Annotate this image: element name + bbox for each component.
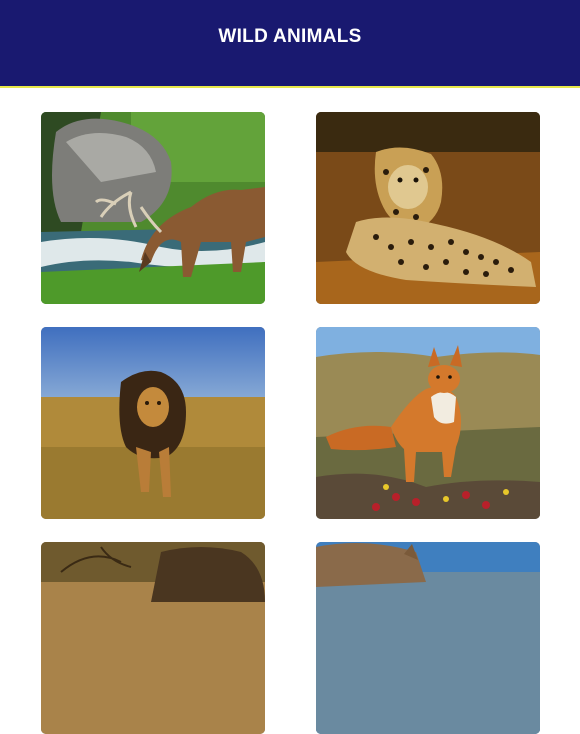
animal-photo-rhino[interactable] [316, 542, 540, 734]
animal-photo-elk[interactable] [41, 112, 265, 304]
page-header: WILD ANIMALS [0, 0, 580, 88]
page-title: WILD ANIMALS [218, 26, 362, 47]
animal-photo-leopard[interactable] [316, 112, 540, 304]
animal-photo-lion[interactable] [41, 327, 265, 519]
animal-photo-fox[interactable] [316, 327, 540, 519]
animal-photo-bison[interactable] [41, 542, 265, 734]
